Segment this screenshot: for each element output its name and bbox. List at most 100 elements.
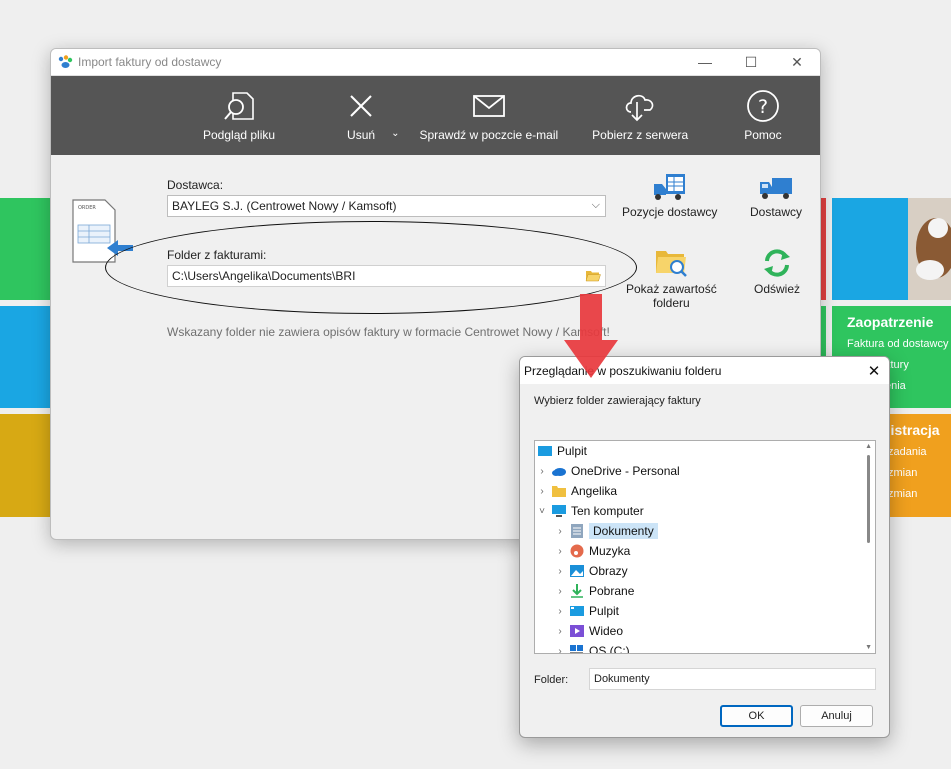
preview-button[interactable]: Podgląd pliku (203, 88, 275, 142)
show-folder-label: Pokaż zawartość (626, 282, 717, 296)
tile-blue-right[interactable] (832, 198, 908, 300)
chevron-right-icon[interactable]: › (535, 486, 549, 497)
suppliers-button[interactable]: Dostawcy (750, 172, 802, 219)
refresh-label: Odśwież (754, 282, 801, 296)
tree-item-this-pc[interactable]: ˅ Ten komputer (535, 501, 644, 521)
envelope-icon (472, 95, 505, 117)
minimize-button[interactable]: — (682, 49, 728, 76)
close-button[interactable]: ✕ (774, 49, 820, 76)
tree-item-video[interactable]: › Wideo (553, 621, 623, 641)
download-icon (571, 584, 583, 598)
delete-dropdown[interactable]: ⌄ (391, 128, 399, 139)
tree-scrollbar[interactable]: ▲ ▼ (861, 441, 875, 653)
file-search-icon (224, 92, 254, 120)
supply-item[interactable]: Faktura od dostawcy (847, 338, 951, 350)
tile-green-left[interactable] (0, 198, 50, 300)
paw-logo-icon (58, 55, 73, 68)
tree-item-label: Wideo (589, 624, 624, 638)
svg-text:?: ? (758, 96, 768, 118)
folder-path-input[interactable]: C:\Users\Angelika\Documents\BRI (167, 265, 606, 287)
cloud-download-icon (625, 94, 654, 122)
music-icon (570, 544, 584, 558)
cancel-button[interactable]: Anuluj (800, 705, 873, 727)
tree-item-onedrive[interactable]: › OneDrive - Personal (535, 461, 680, 481)
tree-item-label: OS (C:) (589, 644, 630, 654)
toolbar: Podgląd pliku Usuń ⌄ Sprawdź w poczcie e… (51, 76, 820, 155)
chevron-down-icon: ⌄ (391, 128, 400, 139)
folder-tree[interactable]: Pulpit › OneDrive - Personal › Angelika … (534, 440, 876, 654)
supplier-combobox[interactable]: BAYLEG S.J. (Centrowet Nowy / Kamsoft) ⌵ (167, 195, 606, 217)
tile-blue-left[interactable] (0, 306, 50, 408)
delete-label: Usuń (347, 128, 376, 142)
chevron-down-icon[interactable]: ˅ (535, 506, 549, 517)
red-arrow-annotation (564, 294, 618, 378)
warning-message: Wskazany folder nie zawiera opisów faktu… (167, 325, 610, 339)
pictures-icon (570, 565, 584, 577)
server-label: Pobierz z serwera (592, 128, 689, 142)
email-button[interactable]: Sprawdź w poczcie e-mail (419, 88, 558, 142)
tile-photo[interactable] (908, 198, 951, 300)
dialog-title: Przeglądanie w poszukiwaniu folderu (524, 363, 722, 378)
show-folder-label-2: folderu (653, 296, 690, 310)
chevron-right-icon[interactable]: › (553, 626, 567, 637)
folder-icon (552, 486, 566, 497)
help-label: Pomoc (744, 128, 782, 142)
supplier-value: BAYLEG S.J. (Centrowet Nowy / Kamsoft) (172, 199, 397, 213)
tree-item-label: OneDrive - Personal (571, 464, 680, 478)
scroll-thumb[interactable] (867, 455, 870, 543)
refresh-icon (764, 249, 790, 277)
open-folder-icon[interactable] (585, 269, 601, 282)
dialog-subtitle: Wybierz folder zawierający faktury (534, 395, 701, 407)
tree-item-label: Obrazy (589, 564, 628, 578)
scroll-up-icon[interactable]: ▲ (865, 443, 872, 450)
tree-item-drive-c[interactable]: › OS (C:) (553, 641, 630, 654)
chevron-right-icon[interactable]: › (553, 606, 567, 617)
dialog-folder-input[interactable]: Dokumenty (589, 668, 876, 690)
truck-icon (760, 178, 792, 199)
maximize-button[interactable]: ☐ (728, 49, 774, 76)
tree-item-music[interactable]: › Muzyka (553, 541, 630, 561)
onedrive-icon (552, 468, 566, 476)
folder-label: Folder z fakturami: (167, 248, 267, 262)
tree-item-pictures[interactable]: › Obrazy (553, 561, 628, 581)
supply-title: Zaopatrzenie (847, 314, 934, 330)
refresh-button[interactable]: Odśwież (754, 247, 800, 296)
delete-button[interactable]: Usuń (343, 88, 379, 142)
desktop-icon (538, 446, 552, 456)
preview-label: Podgląd pliku (203, 128, 276, 142)
chevron-right-icon[interactable]: › (553, 586, 567, 597)
tree-item-pulpit-root[interactable]: Pulpit (535, 441, 587, 461)
svg-text:ORDER: ORDER (78, 205, 96, 211)
supplier-positions-label: Pozycje dostawcy (622, 205, 718, 219)
tree-item-desktop[interactable]: › Pulpit (553, 601, 619, 621)
chevron-down-icon: ⌵ (591, 199, 600, 211)
tile-yellow-left[interactable] (0, 414, 50, 517)
supplier-positions-button[interactable]: Pozycje dostawcy (622, 172, 717, 219)
chevron-right-icon[interactable]: › (553, 546, 567, 557)
tree-item-angelika[interactable]: › Angelika (535, 481, 617, 501)
tree-item-downloads[interactable]: › Pobrane (553, 581, 634, 601)
tree-item-label: Pobrane (589, 584, 635, 598)
video-icon (570, 625, 584, 637)
folder-search-icon (656, 251, 688, 277)
desktop-icon (570, 606, 584, 616)
folder-path-value: C:\Users\Angelika\Documents\BRI (172, 269, 356, 283)
show-folder-button[interactable]: Pokaż zawartość folderu (626, 247, 717, 310)
help-icon: ? (746, 90, 779, 122)
help-button[interactable]: ? Pomoc (744, 88, 782, 142)
server-button[interactable]: Pobierz z serwera (592, 88, 688, 142)
supplier-label: Dostawca: (167, 178, 224, 192)
documents-icon (571, 524, 583, 538)
tree-item-documents[interactable]: › Dokumenty (553, 521, 658, 541)
chevron-right-icon[interactable]: › (553, 646, 567, 654)
ok-button[interactable]: OK (720, 705, 793, 727)
email-label: Sprawdź w poczcie e-mail (419, 128, 559, 142)
chevron-right-icon[interactable]: › (535, 466, 549, 477)
chevron-right-icon[interactable]: › (553, 566, 567, 577)
scroll-down-icon[interactable]: ▼ (865, 644, 872, 651)
dialog-close-button[interactable]: ✕ (859, 362, 889, 380)
chevron-right-icon[interactable]: › (553, 526, 567, 537)
dialog-folder-label: Folder: (534, 674, 569, 686)
title-bar: Import faktury od dostawcy — ☐ ✕ (51, 49, 820, 76)
tree-item-label: Muzyka (589, 544, 631, 558)
